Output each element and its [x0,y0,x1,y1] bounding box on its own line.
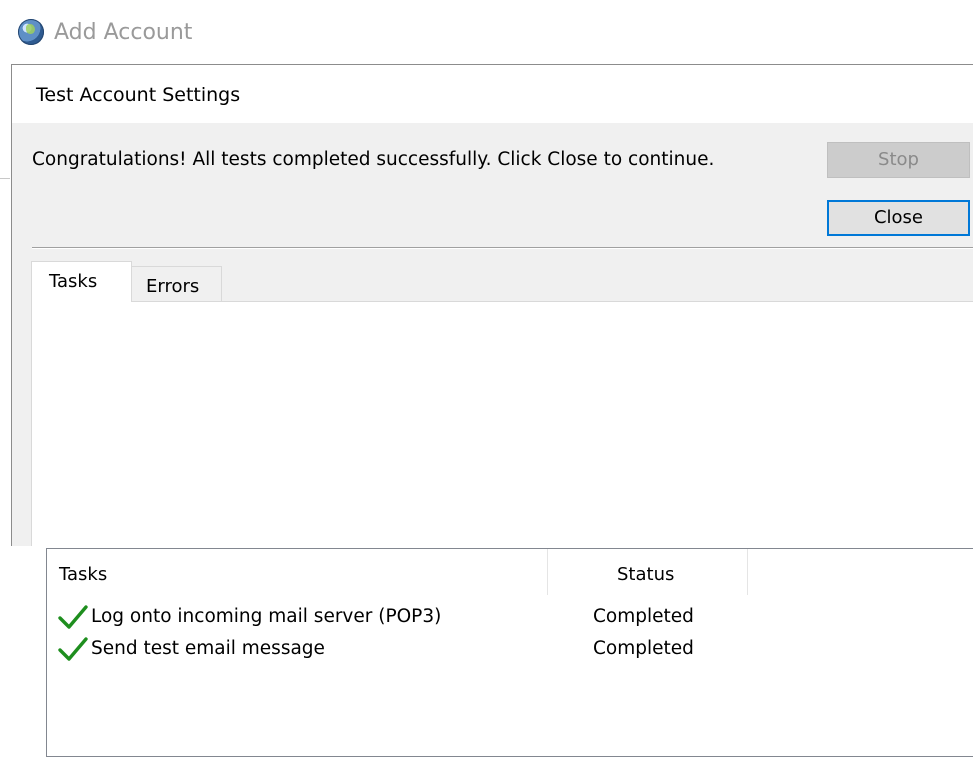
close-button[interactable]: Close [827,200,970,236]
background-window-title-bar: Add Account [18,12,192,52]
task-name: Log onto incoming mail server (POP3) [91,606,442,627]
separator [32,247,973,249]
dialog-title: Test Account Settings [36,84,241,106]
list-item[interactable]: Send test email message Completed [47,633,973,665]
stop-button[interactable]: Stop [827,142,970,178]
globe-icon [18,19,44,45]
result-message: Congratulations! All tests completed suc… [32,149,715,170]
task-status: Completed [593,606,694,627]
task-list[interactable]: Tasks Status Log onto incoming mail serv… [46,548,973,757]
column-divider[interactable] [747,549,748,595]
test-account-settings-dialog: Test Account Settings Congratulations! A… [11,64,973,757]
tab-tasks[interactable]: Tasks [31,261,132,302]
column-header-status[interactable]: Status [617,564,674,585]
checkmark-icon [58,637,88,661]
checkmark-icon [58,605,88,629]
tab-errors[interactable]: Errors [132,266,222,301]
task-name: Send test email message [91,638,325,659]
task-list-header: Tasks Status [47,549,973,597]
column-header-tasks[interactable]: Tasks [59,564,107,585]
list-item[interactable]: Log onto incoming mail server (POP3) Com… [47,601,973,633]
tasks-tab-panel: Tasks Status Log onto incoming mail serv… [31,301,973,757]
background-divider [0,178,10,179]
column-divider[interactable] [547,549,548,595]
task-status: Completed [593,638,694,659]
dialog-header: Test Account Settings [12,65,973,123]
background-window-title: Add Account [54,19,193,45]
